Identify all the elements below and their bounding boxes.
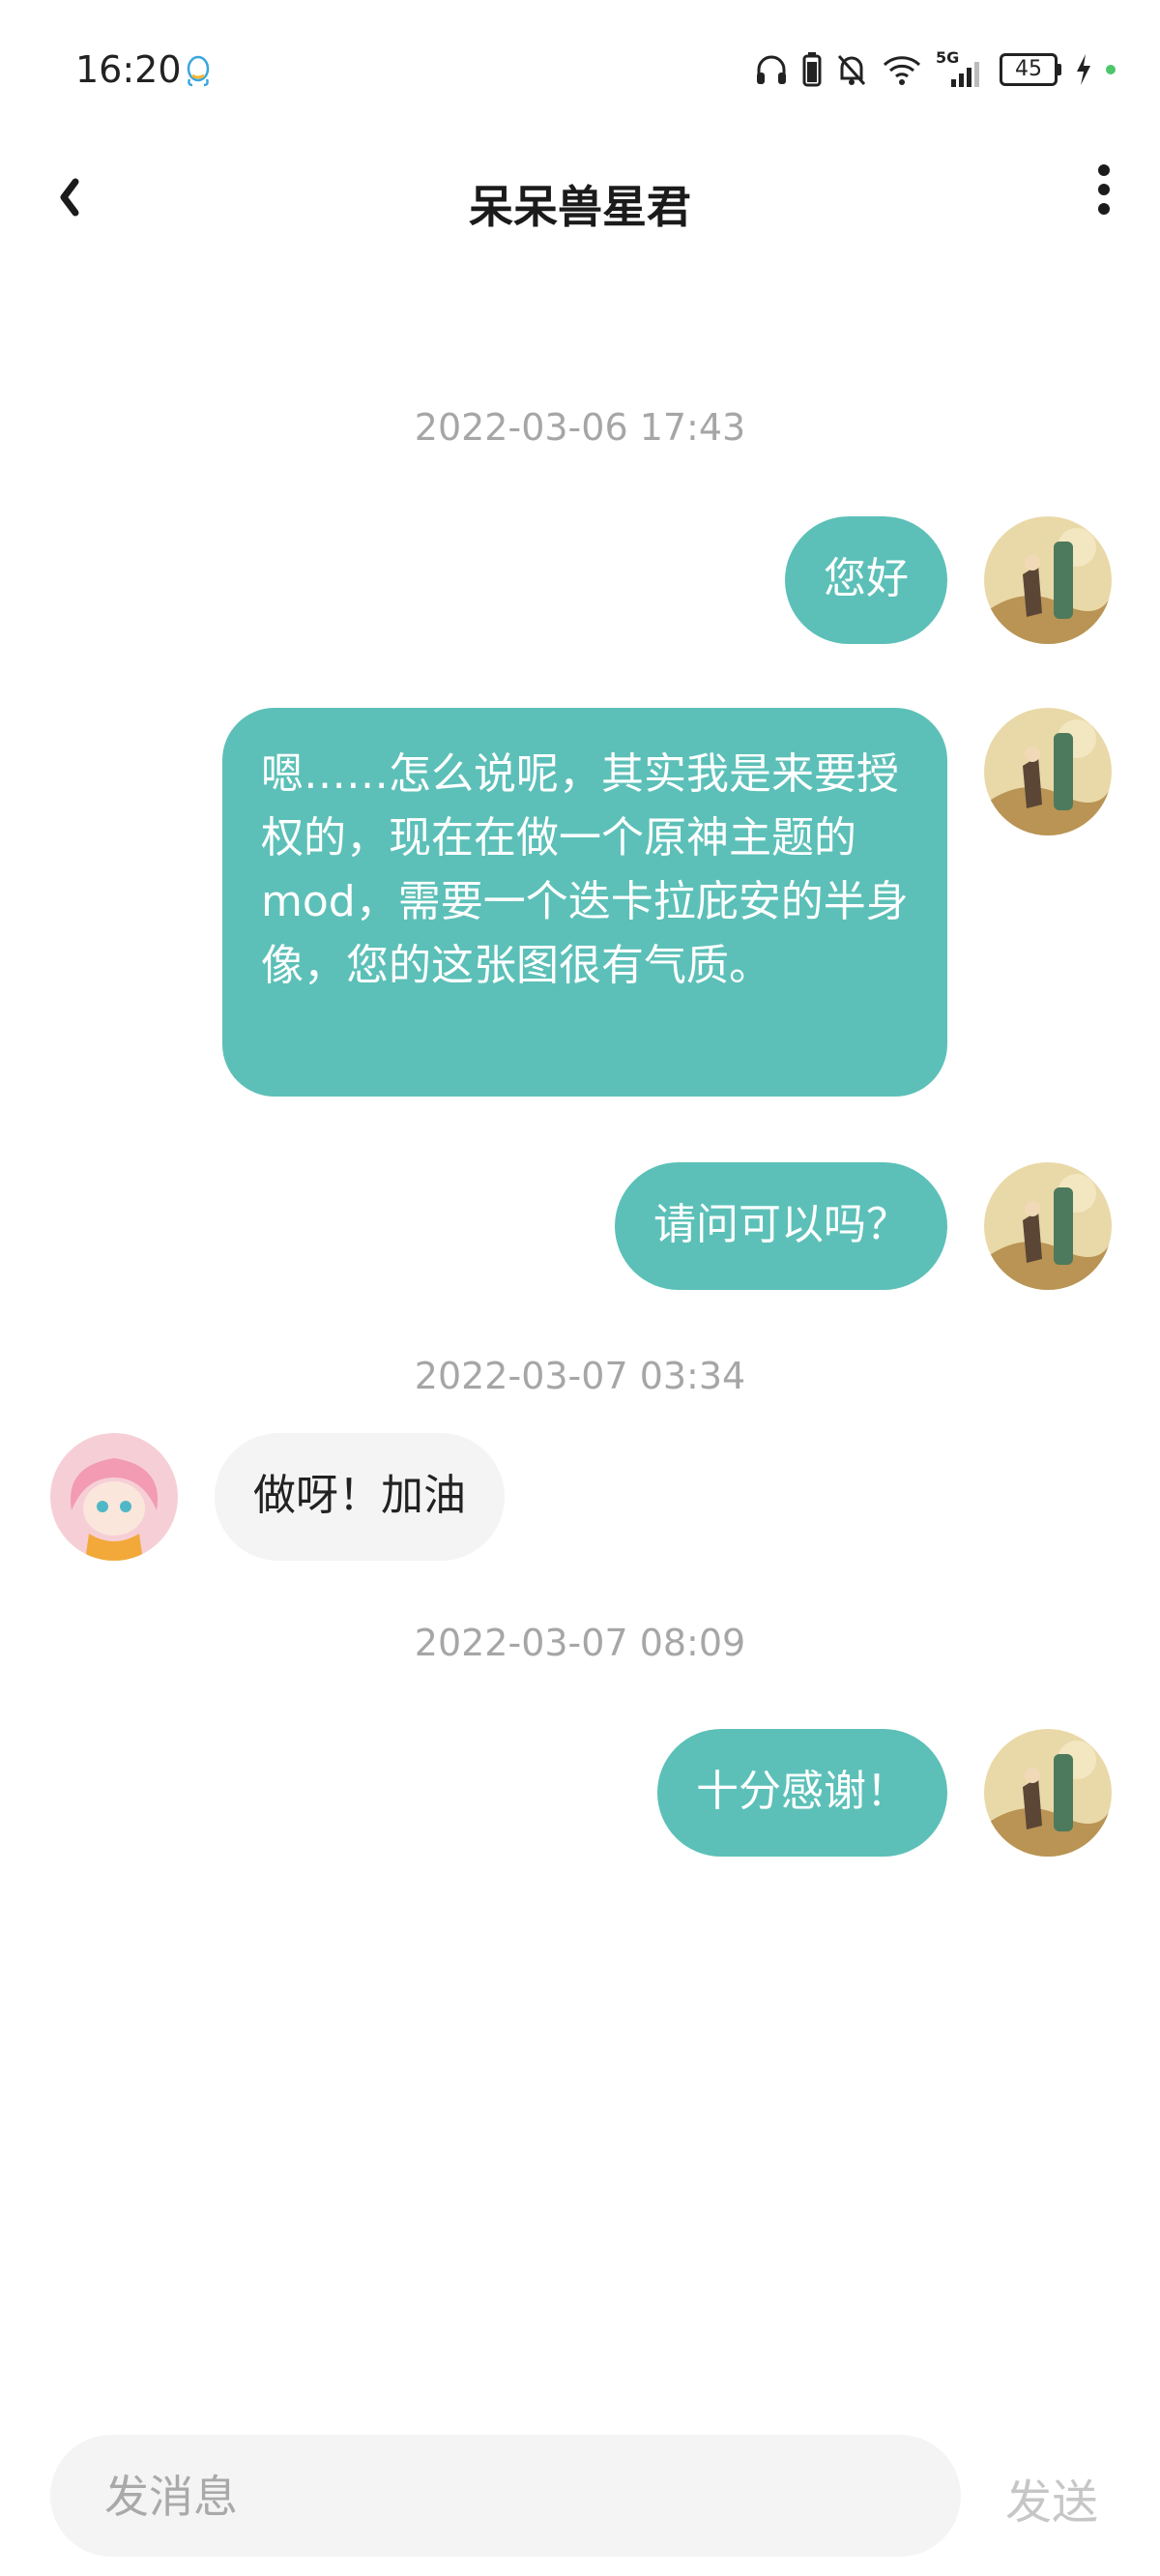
notification-dot-icon	[1106, 65, 1116, 74]
timestamp: 2022-03-07 03:34	[414, 1355, 746, 1397]
status-time: 16:20	[75, 48, 182, 91]
my-avatar[interactable]	[984, 516, 1112, 644]
outgoing-message[interactable]: 请问可以吗？	[615, 1162, 947, 1290]
send-button[interactable]: 发送	[1005, 2464, 1098, 2532]
my-avatar[interactable]	[984, 708, 1112, 835]
chat-header: 呆呆兽星君	[0, 143, 1160, 259]
bell-off-icon	[837, 54, 866, 86]
status-bar: 16:20 5G 45	[0, 0, 1160, 143]
status-icons: 5G 45	[754, 48, 1116, 89]
wifi-icon	[883, 56, 921, 85]
outgoing-message[interactable]: 您好	[785, 516, 947, 644]
qq-icon	[187, 55, 210, 87]
battery-level: 45	[1000, 53, 1058, 86]
timestamp: 2022-03-07 08:09	[414, 1622, 746, 1664]
my-avatar[interactable]	[984, 1162, 1112, 1290]
contact-avatar[interactable]	[50, 1433, 178, 1561]
outgoing-message[interactable]: 嗯……怎么说呢，其实我是来要授权的，现在在做一个原神主题的mod，需要一个迭卡拉…	[222, 708, 947, 1097]
my-avatar[interactable]	[984, 1729, 1112, 1857]
chat-title: 呆呆兽星君	[469, 181, 691, 233]
battery-small-icon	[802, 52, 822, 87]
incoming-message[interactable]: 做呀！加油	[215, 1433, 505, 1561]
message-list[interactable]: 2022-03-06 17:43 您好 嗯……怎么说呢，其实我是来要授权的，现在…	[0, 259, 1160, 2415]
outgoing-message[interactable]: 十分感谢！	[657, 1729, 947, 1857]
signal-icon: 5G	[936, 48, 986, 87]
more-vertical-icon[interactable]	[1065, 149, 1143, 246]
charging-icon	[1077, 54, 1090, 85]
timestamp: 2022-03-06 17:43	[414, 406, 746, 449]
message-input-container	[50, 2435, 961, 2559]
message-input[interactable]	[102, 2435, 938, 2559]
headphones-icon	[757, 55, 786, 84]
battery-indicator: 45	[1000, 53, 1061, 86]
